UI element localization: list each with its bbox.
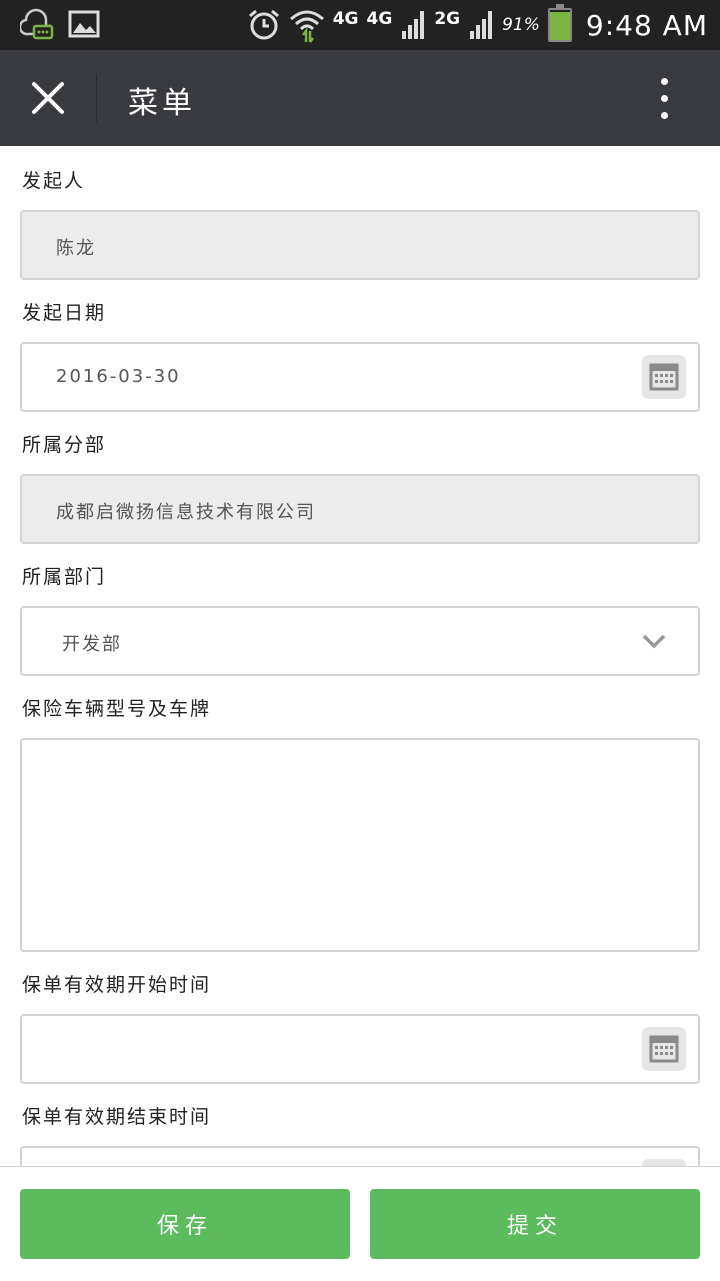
vehicle-label: 保险车辆型号及车牌: [22, 698, 212, 720]
status-right-icons: 4G 4G 2G 91% 9:48 AM: [247, 0, 708, 50]
network-type-3: 2G: [434, 9, 461, 29]
branch-value: 成都启微扬信息技术有限公司: [56, 502, 316, 523]
title-bar: 菜单: [0, 50, 720, 146]
dept-value: 开发部: [62, 634, 122, 655]
date-value: 2016-03-30: [56, 366, 181, 387]
branch-field: 成都启微扬信息技术有限公司: [20, 474, 700, 544]
chevron-down-icon: [642, 634, 666, 649]
page-title: 菜单: [128, 86, 196, 121]
status-bar: 4G 4G 2G 91% 9:48 AM: [0, 0, 720, 50]
end-date-label: 保单有效期结束时间: [22, 1106, 212, 1128]
wifi-icon: [289, 10, 324, 43]
submit-button[interactable]: 提交: [370, 1189, 700, 1259]
initiator-value: 陈龙: [56, 238, 96, 259]
network-type-1: 4G: [332, 9, 359, 29]
end-date-field[interactable]: [20, 1146, 700, 1166]
notification-bubble-icon: [20, 8, 54, 40]
dept-select[interactable]: 开发部: [20, 606, 700, 676]
status-left-icons: [20, 6, 100, 42]
network-type-2: 4G: [366, 9, 393, 29]
branch-label: 所属分部: [22, 434, 107, 456]
dept-label: 所属部门: [22, 566, 107, 588]
calendar-icon[interactable]: [642, 1159, 686, 1166]
more-vertical-icon: [652, 78, 676, 119]
close-button[interactable]: [26, 76, 70, 120]
form: 发起人 陈龙 发起日期 2016-03-30 所属分部 成都启微扬信息技术有限公…: [0, 146, 720, 1166]
date-label: 发起日期: [22, 302, 107, 324]
signal-icon: [468, 11, 494, 39]
alarm-icon: [248, 9, 279, 40]
battery-percent: 91%: [502, 15, 540, 35]
more-menu-button[interactable]: [652, 78, 676, 122]
action-bar: 保存 提交: [0, 1166, 720, 1281]
clock: 9:48 AM: [585, 8, 708, 42]
save-button[interactable]: 保存: [20, 1189, 350, 1259]
calendar-icon[interactable]: [642, 1027, 686, 1071]
image-icon: [68, 10, 100, 38]
start-date-label: 保单有效期开始时间: [22, 974, 212, 996]
calendar-icon[interactable]: [642, 355, 686, 399]
date-field[interactable]: 2016-03-30: [20, 342, 700, 412]
signal-icon: [400, 11, 426, 39]
vehicle-textarea[interactable]: [20, 738, 700, 952]
close-icon: [32, 82, 64, 114]
battery-icon: [547, 4, 572, 42]
initiator-field: 陈龙: [20, 210, 700, 280]
initiator-label: 发起人: [22, 170, 86, 192]
start-date-field[interactable]: [20, 1014, 700, 1084]
title-divider: [96, 74, 97, 122]
